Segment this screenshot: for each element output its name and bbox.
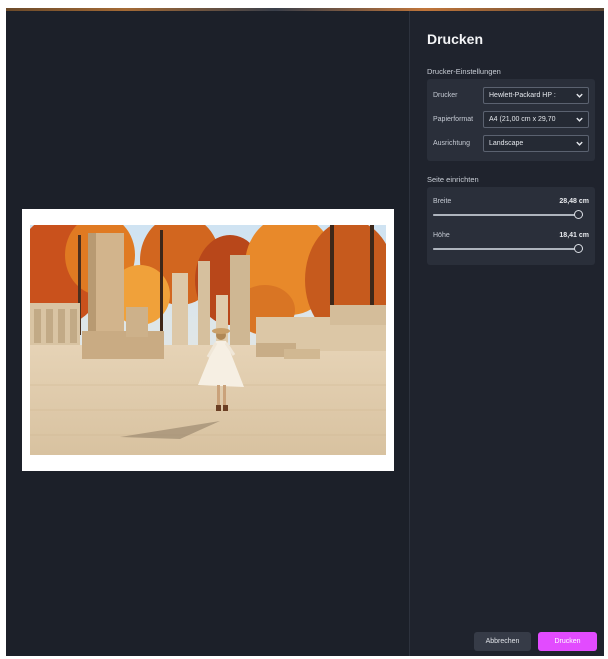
width-value: 28,48 cm [559,198,589,205]
orientation-label: Ausrichtung [433,140,470,147]
height-slider-fill [433,248,583,250]
page-section-label: Seite einrichten [427,175,479,184]
width-slider[interactable] [433,210,583,219]
chevron-down-icon [576,117,583,122]
cancel-button[interactable]: Abbrechen [474,632,531,651]
printer-select-value: Hewlett-Packard HP : [489,92,556,99]
preview-photo [30,225,386,455]
chevron-down-icon [576,141,583,146]
paper-format-select[interactable]: A4 (21,00 cm x 29,70 [483,111,589,128]
height-label: Höhe [433,232,450,239]
width-slider-thumb[interactable] [574,210,583,219]
printer-section-label: Drucker-Einstellungen [427,67,501,76]
preview-paper [22,209,394,471]
print-preview-area [6,11,409,656]
chevron-down-icon [576,93,583,98]
printer-settings-card: Drucker Hewlett-Packard HP : Papierforma… [427,79,595,161]
orientation-select-value: Landscape [489,140,524,147]
print-dialog: Drucken Drucker-Einstellungen Drucker He… [6,8,604,656]
height-slider-thumb[interactable] [574,244,583,253]
dialog-title: Drucken [427,31,484,47]
page-setup-card: Breite 28,48 cm Höhe 18,41 cm [427,187,595,265]
width-slider-fill [433,214,583,216]
print-button[interactable]: Drucken [538,632,597,651]
printer-select[interactable]: Hewlett-Packard HP : [483,87,589,104]
settings-panel: Drucken Drucker-Einstellungen Drucker He… [409,11,604,656]
height-value: 18,41 cm [559,232,589,239]
printer-label: Drucker [433,92,458,99]
photo-preview [30,225,386,455]
height-slider[interactable] [433,244,583,253]
paper-format-select-value: A4 (21,00 cm x 29,70 [489,116,556,123]
paper-format-label: Papierformat [433,116,474,123]
orientation-select[interactable]: Landscape [483,135,589,152]
width-label: Breite [433,198,452,205]
